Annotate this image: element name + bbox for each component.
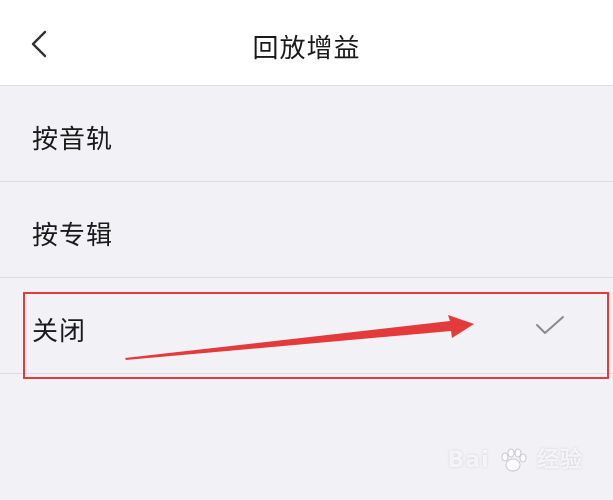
watermark-text-left: Bai bbox=[447, 448, 490, 473]
option-off[interactable]: 关闭 bbox=[0, 278, 613, 374]
watermark: Bai 经验 bbox=[447, 442, 583, 474]
checkmark-icon bbox=[536, 316, 564, 334]
paw-icon bbox=[501, 448, 527, 472]
playback-gain-screen: 回放增益 按音轨 按专辑 关闭 Bai 经验 bbox=[0, 0, 613, 500]
option-by-album[interactable]: 按专辑 bbox=[0, 182, 613, 278]
option-label: 按专辑 bbox=[32, 221, 114, 251]
header-bar: 回放增益 bbox=[0, 0, 613, 86]
option-label: 关闭 bbox=[32, 317, 87, 347]
option-label: 按音轨 bbox=[32, 125, 114, 155]
watermark-text-right: 经验 bbox=[536, 448, 583, 473]
page-title: 回放增益 bbox=[252, 34, 361, 64]
option-by-track[interactable]: 按音轨 bbox=[0, 86, 613, 182]
divider bbox=[0, 373, 613, 374]
gain-options-list: 按音轨 按专辑 关闭 bbox=[0, 86, 613, 374]
